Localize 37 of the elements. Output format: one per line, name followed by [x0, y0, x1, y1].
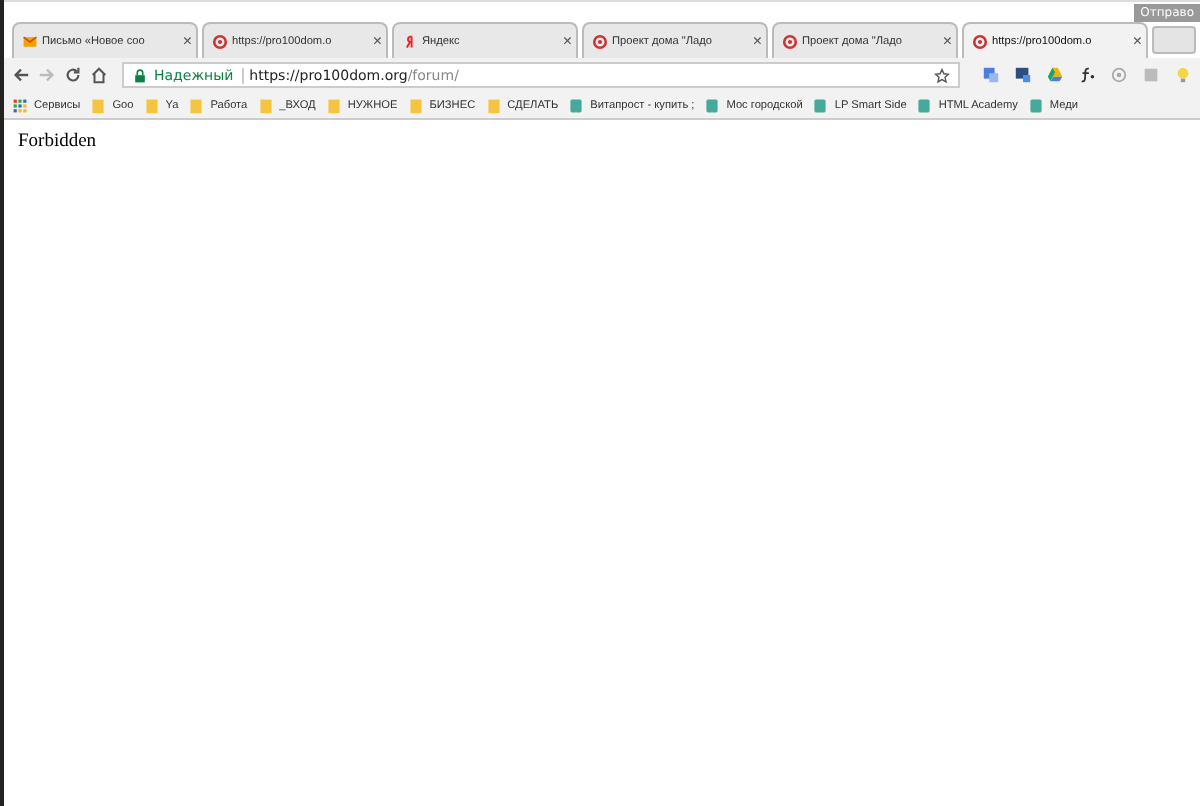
- drive-icon[interactable]: [1046, 66, 1064, 84]
- folder-icon: [485, 97, 502, 113]
- folder-icon: [188, 97, 205, 113]
- close-icon[interactable]: ×: [1132, 32, 1142, 50]
- close-icon[interactable]: ×: [562, 32, 572, 50]
- lock-icon: [132, 67, 148, 83]
- letter-icon: [402, 33, 418, 49]
- mail-icon: [22, 33, 38, 49]
- close-icon[interactable]: ×: [942, 32, 952, 50]
- page-icon: [812, 97, 829, 113]
- page-icon: [1027, 97, 1044, 113]
- folder-icon: [90, 97, 107, 113]
- circle-icon[interactable]: [1110, 66, 1128, 84]
- apps-icon: [12, 97, 28, 113]
- page-icon: [568, 97, 585, 113]
- ring-icon: [782, 33, 798, 49]
- folder-icon: [143, 97, 160, 113]
- ring-icon: [212, 33, 228, 49]
- page-text: Forbidden: [18, 132, 99, 152]
- back-icon[interactable]: [12, 66, 30, 84]
- folder-icon: [407, 97, 424, 113]
- page-icon: [916, 97, 933, 113]
- ring-icon: [972, 33, 988, 49]
- close-icon[interactable]: ×: [372, 32, 382, 50]
- folder-icon: [257, 97, 274, 113]
- page-icon: [704, 97, 721, 113]
- translate-icon[interactable]: [982, 66, 1000, 84]
- close-icon[interactable]: ×: [182, 32, 192, 50]
- screen-icon[interactable]: [1014, 66, 1032, 84]
- home-icon[interactable]: [90, 66, 108, 84]
- star-icon[interactable]: [934, 67, 950, 83]
- function-icon[interactable]: [1078, 66, 1096, 84]
- reload-icon[interactable]: [64, 66, 82, 84]
- folder-icon: [325, 97, 342, 113]
- ring-icon: [592, 33, 608, 49]
- bulb-icon[interactable]: [1174, 66, 1192, 84]
- close-icon[interactable]: ×: [752, 32, 762, 50]
